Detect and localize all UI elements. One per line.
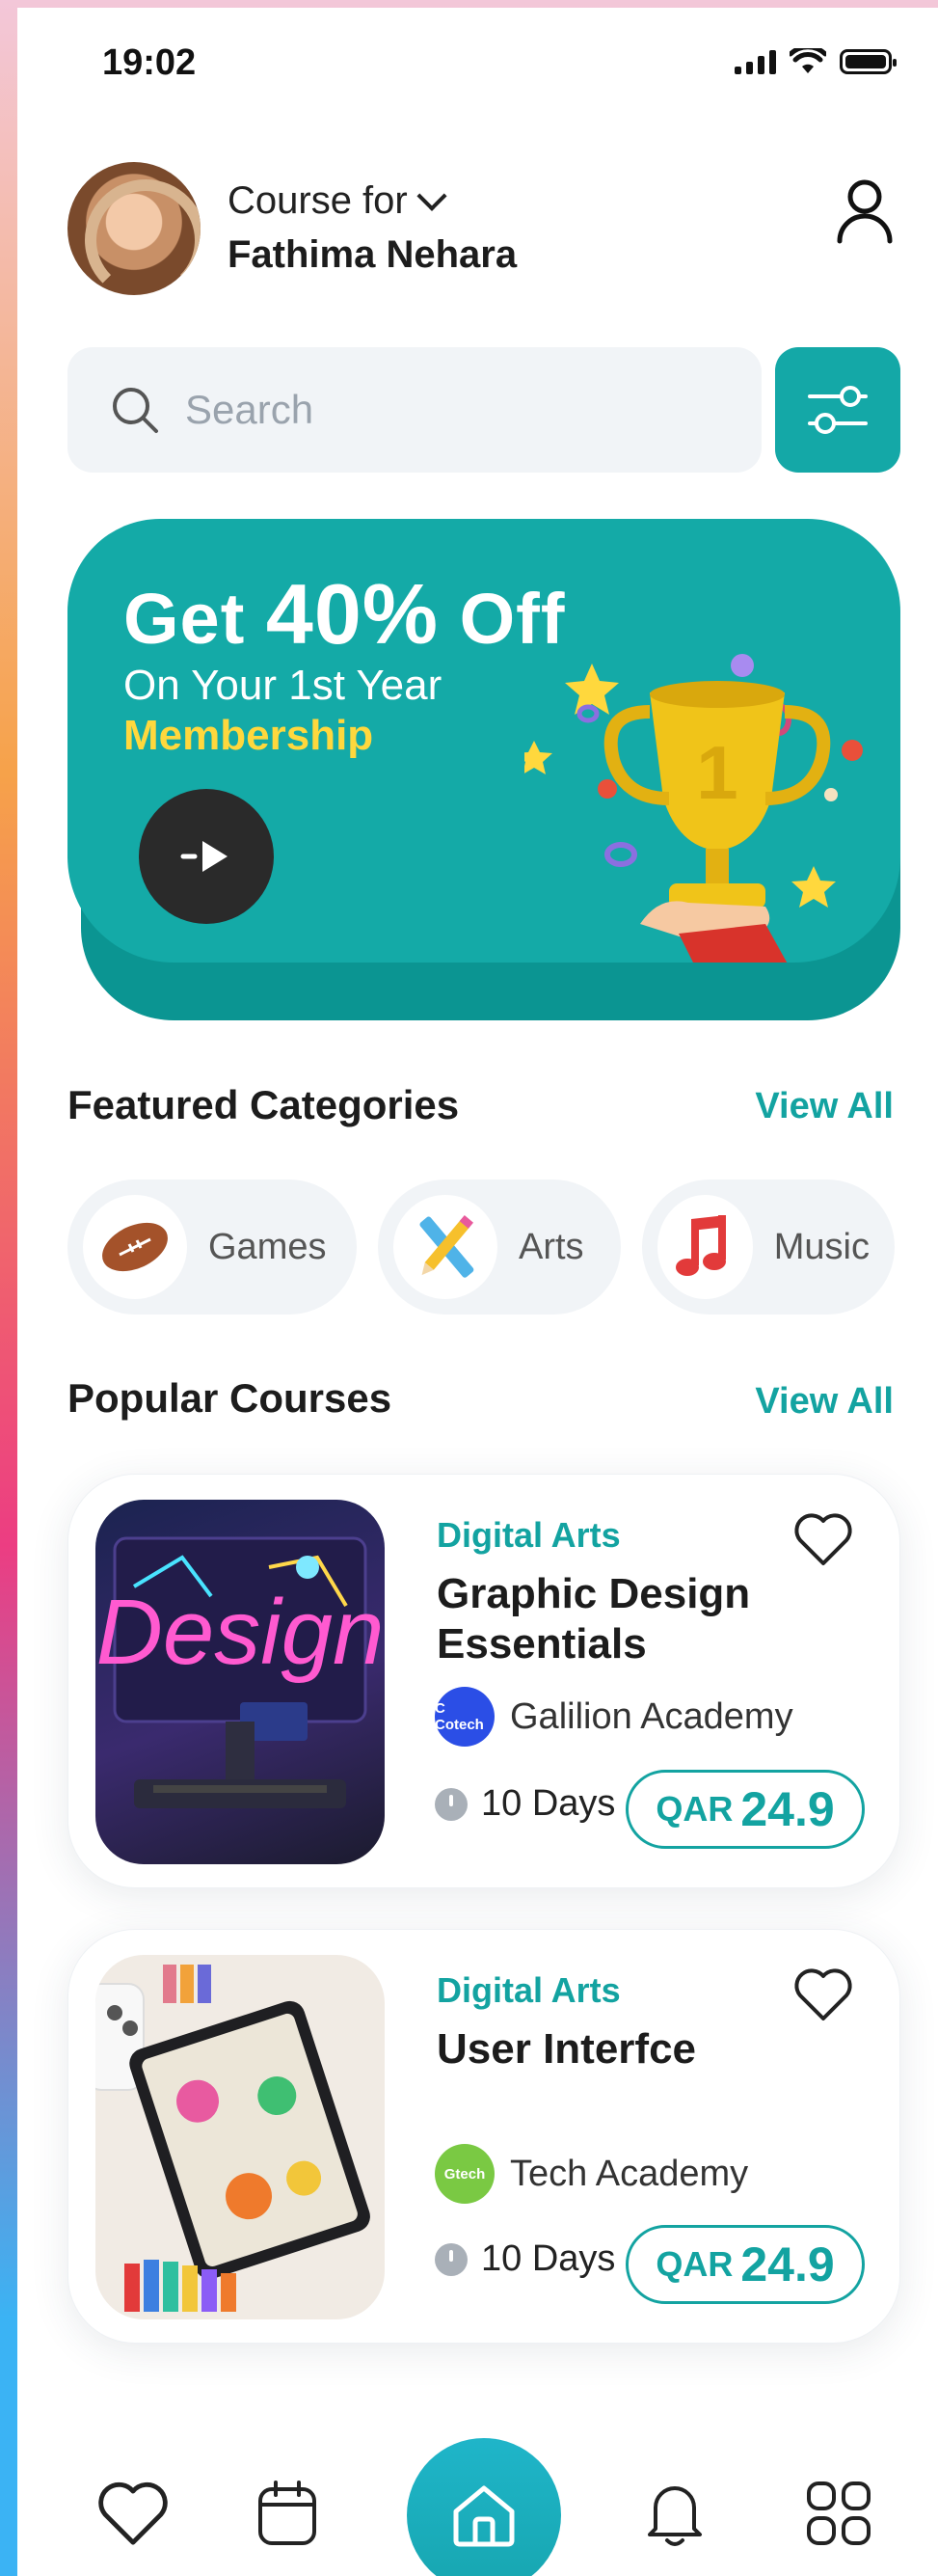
banner-title: Get 40% Off [123, 566, 566, 662]
promo-banner[interactable]: Get 40% Off On Your 1st Year Membership [67, 519, 900, 1020]
status-bar: 19:02 [17, 8, 938, 114]
academy-name: Tech Academy [510, 2153, 749, 2194]
category-label: Arts [519, 1226, 584, 1267]
price-button[interactable]: QAR 24.9 [626, 1770, 865, 1849]
course-duration: 10 Days [435, 1783, 615, 1825]
course-card[interactable]: Design Digital Arts Graphic Design Essen… [67, 1474, 900, 1888]
nav-home[interactable] [407, 2438, 561, 2576]
category-chip-arts[interactable]: Arts [378, 1180, 621, 1315]
football-icon [83, 1195, 187, 1299]
category-chip-games[interactable]: Games [67, 1180, 357, 1315]
category-label: Music [773, 1226, 870, 1267]
course-category: Digital Arts [437, 1970, 621, 2010]
profile-icon[interactable] [836, 177, 894, 245]
course-title: Graphic Design Essentials [437, 1570, 751, 1668]
battery-icon [840, 49, 897, 74]
category-label: Games [208, 1226, 327, 1267]
pencil-ruler-icon [393, 1195, 497, 1299]
nav-calendar[interactable] [249, 2475, 326, 2552]
banner-highlight: Membership [123, 712, 374, 759]
course-card[interactable]: Digital Arts User Interfce Gtech Tech Ac… [67, 1929, 900, 2344]
price-button[interactable]: QAR 24.9 [626, 2225, 865, 2304]
signal-icon [735, 49, 776, 74]
trophy-illustration: 1 [524, 654, 863, 963]
grid-icon [807, 2481, 871, 2545]
price-amount: 24.9 [740, 2237, 835, 2291]
featured-view-all-link[interactable]: View All [755, 1086, 894, 1127]
bell-icon [648, 2486, 702, 2546]
app-screen: 19:02 Course for Fathima Nehara Search G… [17, 8, 938, 2576]
wifi-icon [790, 48, 826, 73]
status-time: 19:02 [102, 42, 197, 83]
course-category: Digital Arts [437, 1515, 621, 1555]
heart-icon[interactable] [793, 1966, 853, 2022]
nav-menu[interactable] [800, 2475, 877, 2552]
play-icon [180, 841, 228, 872]
search-icon [113, 388, 158, 433]
course-thumbnail: Design [95, 1500, 385, 1864]
music-note-icon [657, 1195, 753, 1299]
status-icons [735, 48, 897, 75]
nav-favorites[interactable] [94, 2475, 172, 2552]
price-currency: QAR [656, 1789, 734, 1829]
category-list: Games Arts Music [67, 1180, 895, 1315]
user-name: Fathima Nehara [228, 233, 518, 276]
bottom-nav [17, 2428, 938, 2576]
course-thumbnail [95, 1955, 385, 2319]
banner-subtitle: On Your 1st Year [123, 662, 442, 709]
calendar-icon [258, 2481, 316, 2545]
popular-courses-title: Popular Courses [67, 1375, 392, 1421]
chevron-down-icon [416, 180, 447, 211]
sliders-icon [808, 386, 868, 434]
price-amount: 24.9 [740, 1782, 835, 1836]
course-for-label: Course for [228, 179, 408, 222]
avatar[interactable] [67, 162, 201, 295]
heart-icon [98, 2481, 168, 2545]
course-duration: 10 Days [435, 2238, 615, 2280]
clock-icon [435, 2242, 468, 2276]
banner-card: Get 40% Off On Your 1st Year Membership [67, 519, 900, 963]
svg-text:1: 1 [696, 730, 737, 815]
academy-info: C Cotech Galilion Academy [435, 1687, 793, 1747]
featured-categories-title: Featured Categories [67, 1082, 460, 1127]
heart-icon[interactable] [793, 1511, 853, 1567]
home-icon [453, 2485, 515, 2547]
course-title: User Interfce [437, 2025, 697, 2073]
filter-button[interactable] [775, 347, 900, 473]
academy-logo: Gtech [435, 2144, 495, 2204]
academy-info: Gtech Tech Academy [435, 2144, 748, 2204]
popular-view-all-link[interactable]: View All [755, 1381, 894, 1423]
clock-icon [435, 1787, 468, 1821]
nav-notifications[interactable] [636, 2475, 713, 2552]
academy-logo: C Cotech [435, 1687, 495, 1747]
play-button[interactable] [139, 789, 274, 924]
search-bar[interactable] [67, 347, 762, 473]
search-input[interactable] [185, 387, 725, 433]
price-currency: QAR [656, 2244, 734, 2284]
course-for-selector[interactable]: Course for [228, 179, 447, 223]
category-chip-music[interactable]: Music [642, 1180, 895, 1315]
academy-name: Galilion Academy [510, 1695, 793, 1737]
